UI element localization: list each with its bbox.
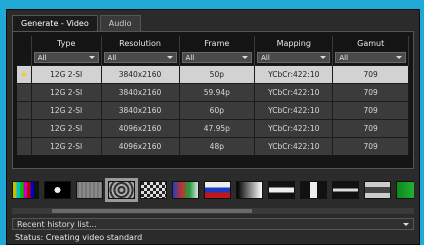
table-row[interactable]: 12G 2-SI 3840x2160 60p YCbCr:422:10 709 — [17, 101, 409, 120]
chevron-down-icon — [403, 222, 409, 226]
scrollbar-thumb[interactable] — [52, 209, 252, 213]
grey-ramp-thumbnail[interactable] — [236, 181, 263, 199]
cell-mapping: YCbCr:422:10 — [254, 101, 334, 120]
column-header-resolution[interactable]: Resolution — [101, 36, 180, 50]
recent-history-dropdown[interactable]: Recent history list... — [12, 218, 414, 230]
cell-mark — [17, 119, 32, 138]
cell-gamut: 709 — [332, 119, 409, 138]
cell-gamut: 709 — [332, 101, 409, 120]
checkerboard-thumbnail[interactable] — [140, 181, 167, 199]
table-header-row: Type Resolution Frame Mapping Gamut — [17, 36, 409, 50]
video-generator-window: Generate - Video Audio Type Resolution F… — [6, 9, 420, 245]
gamut-filter-dropdown[interactable]: All — [335, 52, 406, 63]
white-bar-thumbnail[interactable] — [332, 181, 359, 199]
split-field-thumbnail[interactable] — [364, 181, 391, 199]
table-row[interactable]: 12G 2-SI 3840x2160 59.94p YCbCr:422:10 7… — [17, 83, 409, 102]
cell-resolution: 3840x2160 — [101, 101, 180, 120]
mapping-filter-dropdown[interactable]: All — [257, 52, 331, 63]
recent-history-label: Recent history list... — [17, 219, 97, 229]
cell-frame: 59.94p — [179, 83, 256, 102]
cell-frame: 50p — [179, 65, 256, 84]
color-mix-thumbnail[interactable] — [172, 181, 199, 199]
cell-frame: 48p — [179, 137, 256, 155]
standards-table-panel: Type Resolution Frame Mapping Gamut All … — [12, 31, 414, 169]
cell-resolution: 3840x2160 — [101, 83, 180, 102]
cell-frame: 60p — [179, 101, 256, 120]
cell-mark — [17, 137, 32, 155]
cell-frame: 47.95p — [179, 119, 256, 138]
chevron-down-icon — [166, 56, 173, 59]
column-header-mark — [17, 36, 32, 50]
cell-resolution: 3840x2160 — [101, 65, 180, 84]
table-row[interactable]: 12G 2-SI 4096x2160 47.95p YCbCr:422:10 7… — [17, 119, 409, 138]
type-filter-value: All — [37, 53, 47, 62]
pluge-thumbnail[interactable] — [44, 181, 71, 199]
green-field-thumbnail[interactable] — [396, 181, 414, 199]
frame-filter-value: All — [185, 53, 195, 62]
cell-mapping: YCbCr:422:10 — [254, 65, 334, 84]
cell-resolution: 4096x2160 — [101, 119, 180, 138]
cell-mapping: YCbCr:422:10 — [254, 83, 334, 102]
table-row[interactable]: 12G 2-SI 4096x2160 48p YCbCr:422:10 709 — [17, 137, 409, 155]
tab-generate-video[interactable]: Generate - Video — [12, 15, 98, 31]
status-text: Status: Creating video standard — [15, 232, 143, 242]
grey-field-thumbnail[interactable] — [76, 181, 103, 199]
thumbnail-scrollbar[interactable] — [12, 208, 414, 214]
column-header-type[interactable]: Type — [31, 36, 102, 50]
filter-row: All All All All All — [17, 50, 409, 66]
cell-gamut: 709 — [332, 83, 409, 102]
tab-bar: Generate - Video Audio — [12, 15, 143, 31]
chevron-down-icon — [320, 56, 327, 59]
cell-type: 12G 2-SI — [31, 119, 102, 138]
mapping-filter-value: All — [261, 53, 270, 62]
type-filter-dropdown[interactable]: All — [33, 52, 99, 63]
column-header-frame[interactable]: Frame — [179, 36, 256, 50]
filter-cell-mark — [17, 50, 32, 66]
resolution-filter-dropdown[interactable]: All — [103, 52, 177, 63]
favorite-star-icon: ★ — [20, 70, 28, 79]
window-thumbnail[interactable] — [300, 181, 327, 199]
frame-filter-dropdown[interactable]: All — [181, 52, 253, 63]
chevron-down-icon — [396, 56, 402, 59]
video-standards-table: Type Resolution Frame Mapping Gamut All … — [17, 36, 409, 155]
cell-gamut: 709 — [332, 137, 409, 155]
white-band-thumbnail[interactable] — [268, 181, 295, 199]
cell-type: 12G 2-SI — [31, 101, 102, 120]
tab-audio[interactable]: Audio — [99, 15, 141, 31]
chevron-down-icon — [88, 56, 95, 59]
cell-gamut: 709 — [332, 65, 409, 84]
pattern-thumbnail-strip — [12, 173, 414, 207]
column-header-mapping[interactable]: Mapping — [254, 36, 334, 50]
cell-type: 12G 2-SI — [31, 137, 102, 155]
cell-type: 12G 2-SI — [31, 83, 102, 102]
chevron-down-icon — [242, 56, 249, 59]
column-header-gamut[interactable]: Gamut — [332, 36, 409, 50]
color-bars-thumbnail[interactable] — [12, 181, 39, 199]
flag-stripes-thumbnail[interactable] — [204, 181, 231, 199]
resolution-filter-value: All — [107, 53, 117, 62]
zone-plate-thumbnail[interactable] — [105, 178, 138, 202]
gamut-filter-value: All — [339, 53, 349, 62]
cell-mapping: YCbCr:422:10 — [254, 137, 334, 155]
table-row[interactable]: ★ 12G 2-SI 3840x2160 50p YCbCr:422:10 70… — [17, 65, 409, 84]
status-bar: Status: Creating video standard — [12, 231, 420, 243]
cell-mark — [17, 101, 32, 120]
cell-mark — [17, 83, 32, 102]
cell-resolution: 4096x2160 — [101, 137, 180, 155]
cell-type: 12G 2-SI — [31, 65, 102, 84]
cell-mapping: YCbCr:422:10 — [254, 119, 334, 138]
